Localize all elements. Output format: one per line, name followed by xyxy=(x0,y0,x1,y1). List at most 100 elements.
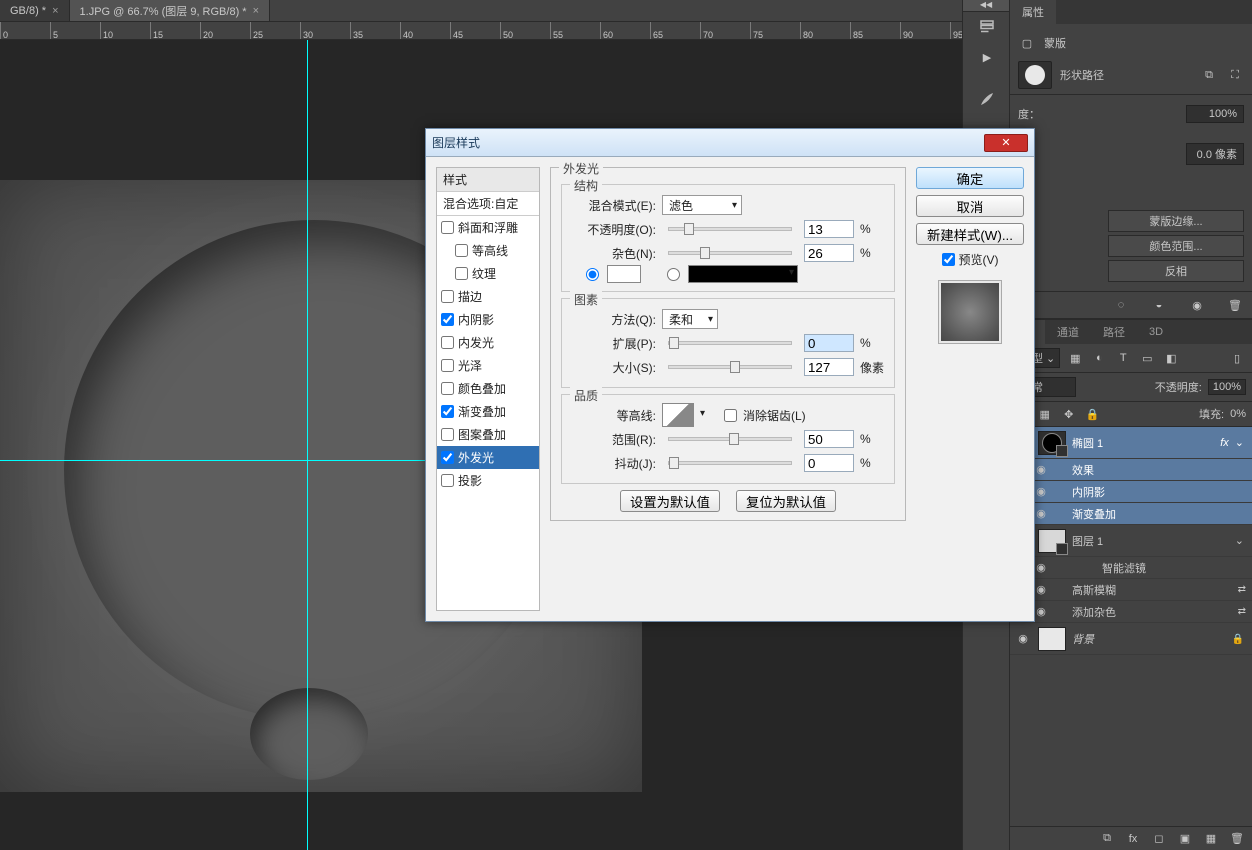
opacity-input[interactable] xyxy=(804,220,854,238)
filter-adjust-icon[interactable]: ◐ xyxy=(1090,349,1108,367)
range-input[interactable] xyxy=(804,430,854,448)
mask-edge-button[interactable]: 蒙版边缘... xyxy=(1108,210,1244,232)
style-item[interactable]: 描边 xyxy=(437,285,539,308)
style-item[interactable]: 渐变叠加 xyxy=(437,400,539,423)
style-item[interactable]: 光泽 xyxy=(437,354,539,377)
chevron-down-icon[interactable]: ⌄ xyxy=(1235,534,1244,547)
new-style-button[interactable]: 新建样式(W)... xyxy=(916,223,1024,245)
filter-blend-icon[interactable]: ⇄ xyxy=(1238,584,1252,595)
effect-row[interactable]: ◉ 渐变叠加 xyxy=(1010,503,1252,525)
layer-row[interactable]: ◉ 椭圆 1 fx ⌄ xyxy=(1010,427,1252,459)
glow-gradient-radio[interactable] xyxy=(667,268,680,281)
style-checkbox[interactable] xyxy=(441,336,454,349)
layer-name[interactable]: 背景 xyxy=(1072,631,1094,647)
filter-shape-icon[interactable]: ▭ xyxy=(1138,349,1156,367)
doc-tab-2[interactable]: 1.JPG @ 66.7% (图层 9, RGB/8) * × xyxy=(70,0,271,21)
effect-row[interactable]: ◉ 内阴影 xyxy=(1010,481,1252,503)
layer-mask-icon[interactable]: ◻ xyxy=(1150,830,1168,848)
filter-row[interactable]: ◉ 添加杂色 ⇄ xyxy=(1010,601,1252,623)
filter-mask-thumb[interactable] xyxy=(1072,559,1092,577)
style-item[interactable]: 内发光 xyxy=(437,331,539,354)
layer-name[interactable]: 椭圆 1 xyxy=(1072,435,1103,451)
lock-position-icon[interactable]: ✥ xyxy=(1060,405,1078,423)
actions-panel-icon[interactable]: ▶ xyxy=(963,42,1011,72)
layer-name[interactable]: 图层 1 xyxy=(1072,533,1103,549)
load-selection-icon[interactable]: ◌ xyxy=(1112,296,1130,314)
shape-ellipse-tail[interactable] xyxy=(250,688,368,780)
collapse-handle[interactable]: ◀◀ xyxy=(963,0,1009,12)
blend-mode-select[interactable]: 滤色 xyxy=(662,195,742,215)
tab-properties[interactable]: 属性 xyxy=(1010,0,1056,24)
path-ops-icon[interactable]: ⧉ xyxy=(1200,66,1218,84)
history-panel-icon[interactable] xyxy=(963,12,1011,42)
visibility-toggle[interactable]: ◉ xyxy=(1014,632,1032,645)
spread-input[interactable] xyxy=(804,334,854,352)
chevron-down-icon[interactable]: ⌄ xyxy=(1235,436,1244,449)
filter-smart-icon[interactable]: ◧ xyxy=(1162,349,1180,367)
fill-field[interactable]: 0% xyxy=(1230,408,1246,420)
noise-slider[interactable] xyxy=(668,251,792,255)
doc-tab-1[interactable]: GB/8) * × xyxy=(0,0,70,21)
dialog-close-button[interactable]: ✕ xyxy=(984,134,1028,152)
styles-header[interactable]: 样式 xyxy=(437,168,539,192)
style-checkbox[interactable] xyxy=(455,267,468,280)
tab-paths[interactable]: 路径 xyxy=(1091,320,1137,344)
style-item[interactable]: 颜色叠加 xyxy=(437,377,539,400)
lock-all-icon[interactable]: 🔒 xyxy=(1084,405,1102,423)
range-slider[interactable] xyxy=(668,437,792,441)
style-checkbox[interactable] xyxy=(441,382,454,395)
style-checkbox[interactable] xyxy=(441,451,454,464)
style-item[interactable]: 外发光 xyxy=(437,446,539,469)
spread-slider[interactable] xyxy=(668,341,792,345)
glow-color-swatch[interactable] xyxy=(607,265,641,283)
layer-thumb[interactable] xyxy=(1038,431,1066,455)
feather-value[interactable]: 0.0 像素 xyxy=(1186,143,1244,165)
cancel-button[interactable]: 取消 xyxy=(916,195,1024,217)
filter-row[interactable]: ◉ 高斯模糊 ⇄ xyxy=(1010,579,1252,601)
filter-type-icon[interactable]: T xyxy=(1114,349,1132,367)
close-icon[interactable]: × xyxy=(253,5,259,17)
brushes-panel-icon[interactable] xyxy=(963,84,1011,114)
layer-thumb[interactable] xyxy=(1038,627,1066,651)
noise-input[interactable] xyxy=(804,244,854,262)
tab-channels[interactable]: 通道 xyxy=(1045,320,1091,344)
style-item[interactable]: 纹理 xyxy=(437,262,539,285)
new-group-icon[interactable]: ▣ xyxy=(1176,830,1194,848)
opacity-field[interactable]: 100% xyxy=(1208,379,1246,395)
path-select-icon[interactable]: ⛶ xyxy=(1226,66,1244,84)
delete-layer-icon[interactable]: 🗑 xyxy=(1228,830,1246,848)
filter-toggle-icon[interactable]: ▯ xyxy=(1228,349,1246,367)
link-layers-icon[interactable]: ⧉ xyxy=(1098,830,1116,848)
layer-fx-icon[interactable]: fx xyxy=(1124,830,1142,848)
filter-blend-icon[interactable]: ⇄ xyxy=(1238,606,1252,617)
antialias-checkbox[interactable] xyxy=(724,409,737,422)
fx-badge[interactable]: fx xyxy=(1220,437,1229,449)
guide-vertical[interactable] xyxy=(307,40,308,850)
lock-pixels-icon[interactable]: ▦ xyxy=(1036,405,1054,423)
style-item[interactable]: 内阴影 xyxy=(437,308,539,331)
style-item[interactable]: 等高线 xyxy=(437,239,539,262)
color-range-button[interactable]: 颜色范围... xyxy=(1108,235,1244,257)
size-slider[interactable] xyxy=(668,365,792,369)
style-checkbox[interactable] xyxy=(441,405,454,418)
trash-icon[interactable]: 🗑 xyxy=(1226,296,1244,314)
tab-3d[interactable]: 3D xyxy=(1137,320,1175,344)
style-checkbox[interactable] xyxy=(441,290,454,303)
eye-icon[interactable]: ◉ xyxy=(1188,296,1206,314)
jitter-slider[interactable] xyxy=(668,461,792,465)
dialog-titlebar[interactable]: 图层样式 ✕ xyxy=(426,129,1034,157)
close-icon[interactable]: × xyxy=(52,5,58,17)
glow-gradient-picker[interactable] xyxy=(688,265,798,283)
opacity-slider[interactable] xyxy=(668,227,792,231)
style-item[interactable]: 图案叠加 xyxy=(437,423,539,446)
style-checkbox[interactable] xyxy=(441,359,454,372)
filter-pixel-icon[interactable]: ▦ xyxy=(1066,349,1084,367)
blend-options-row[interactable]: 混合选项:自定 xyxy=(437,192,539,216)
layer-thumb[interactable] xyxy=(1038,529,1066,553)
layer-row[interactable]: ◉ 图层 1 ⌄ xyxy=(1010,525,1252,557)
reset-default-button[interactable]: 复位为默认值 xyxy=(736,490,836,512)
new-layer-icon[interactable]: ▦ xyxy=(1202,830,1220,848)
style-checkbox[interactable] xyxy=(441,313,454,326)
style-checkbox[interactable] xyxy=(441,221,454,234)
technique-select[interactable]: 柔和 xyxy=(662,309,718,329)
